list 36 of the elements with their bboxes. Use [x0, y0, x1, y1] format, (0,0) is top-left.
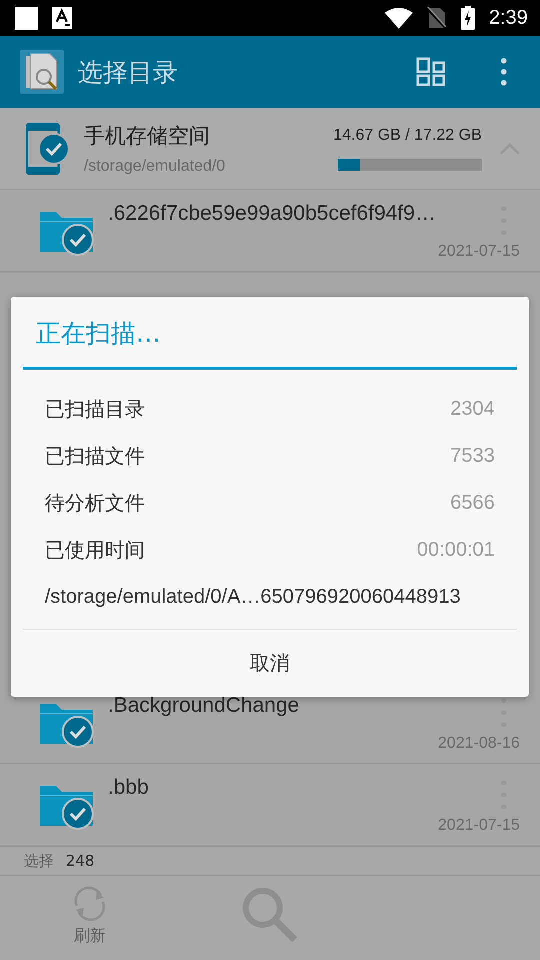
stat-value: 2304	[450, 398, 495, 421]
phone-checked-icon	[26, 122, 70, 174]
folder-date: 2021-08-16	[438, 735, 520, 753]
wifi-icon	[385, 7, 414, 29]
more-options-icon[interactable]	[501, 698, 507, 728]
stat-value: 00:00:01	[417, 539, 495, 562]
grid-view-icon[interactable]	[416, 57, 446, 87]
app-logo-icon	[20, 50, 64, 94]
notification-icon	[15, 6, 38, 30]
stat-label: 待分析文件	[45, 490, 145, 517]
no-sim-icon	[427, 7, 448, 29]
storage-path: /storage/emulated/0	[84, 158, 226, 176]
folder-name: .bbb	[108, 776, 149, 800]
stat-label: 已使用时间	[45, 537, 145, 564]
folder-date: 2021-07-15	[438, 817, 520, 835]
search-icon[interactable]	[241, 886, 299, 944]
screen-title: 选择目录	[78, 56, 179, 88]
folder-date: 2021-07-15	[438, 243, 520, 261]
storage-usage: 14.67 GB / 17.22 GB	[333, 126, 482, 144]
text-notification-icon	[52, 7, 72, 29]
selection-count: 248	[66, 852, 95, 870]
selection-label: 选择	[24, 852, 54, 870]
stat-label: 已扫描文件	[45, 443, 145, 470]
dialog-title: 正在扫描…	[35, 318, 162, 350]
refresh-icon[interactable]	[72, 886, 108, 922]
stat-value: 7533	[450, 445, 495, 468]
folder-name: .6226f7cbe59e99a90b5cef6f94f9…	[108, 202, 436, 226]
stat-value: 6566	[450, 492, 495, 515]
battery-charging-icon	[461, 6, 476, 30]
menu-icon[interactable]	[500, 57, 508, 87]
cancel-button[interactable]: 取消	[11, 630, 529, 697]
stat-label: 已扫描目录	[45, 396, 145, 423]
clock-time: 2:39	[489, 6, 528, 30]
folder-name: .BackgroundChange	[108, 694, 300, 718]
current-path: /storage/emulated/0/A…650796920060448913	[45, 585, 462, 610]
storage-name: 手机存储空间	[84, 122, 211, 150]
